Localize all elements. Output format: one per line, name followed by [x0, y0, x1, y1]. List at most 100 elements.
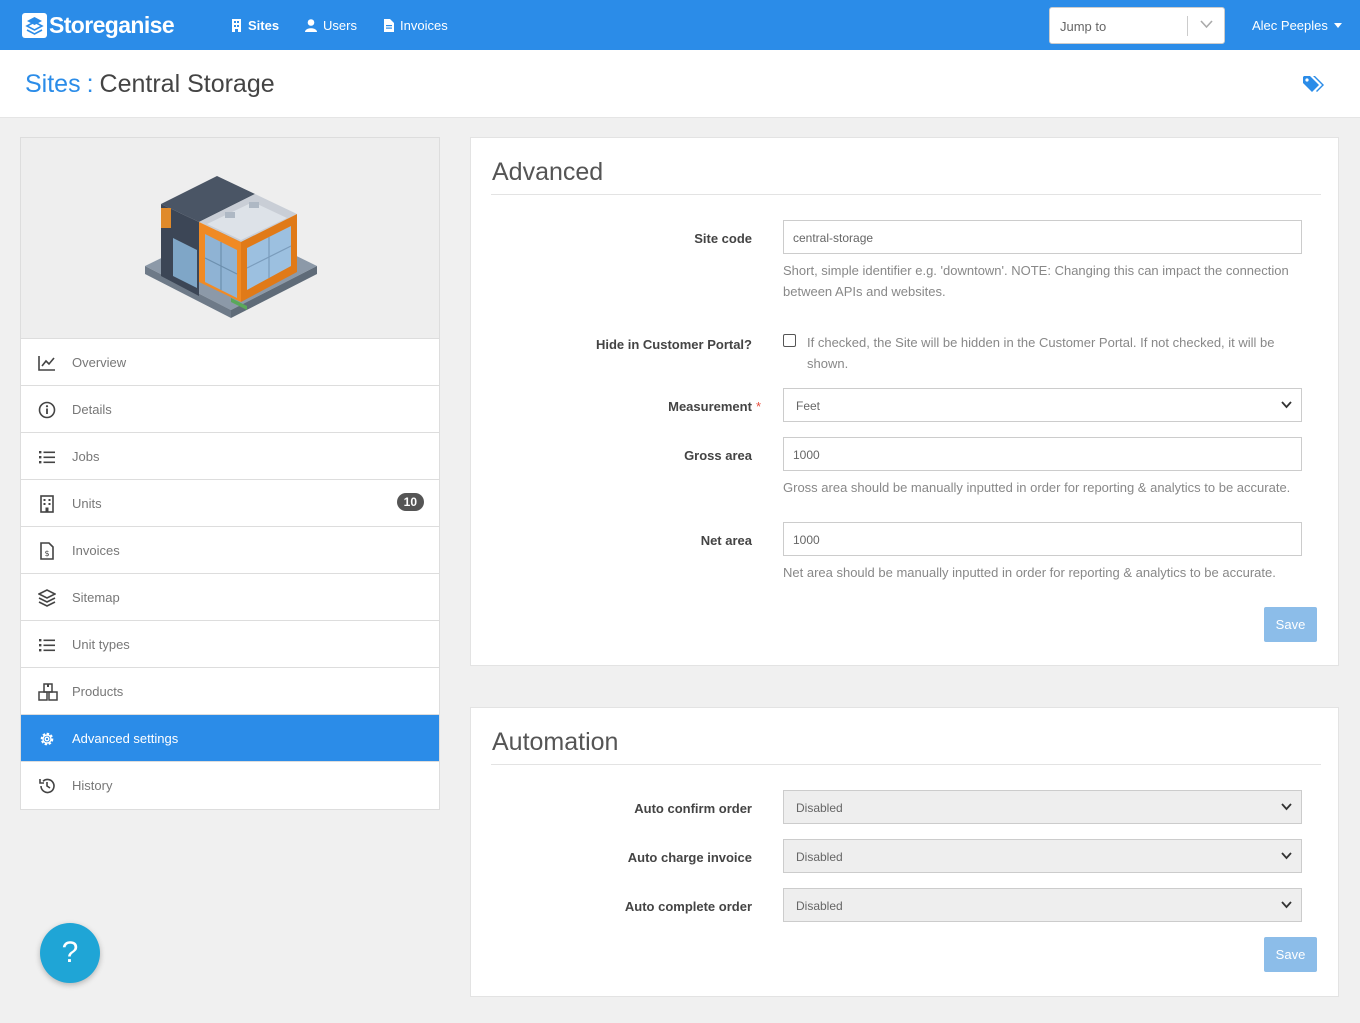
file-icon — [384, 18, 394, 32]
brand-logo[interactable]: Storeganise — [22, 12, 175, 38]
storage-building-image — [145, 176, 317, 318]
sidebar-item-units[interactable]: Units 10 — [21, 480, 439, 527]
measurement-select[interactable]: Feet — [783, 388, 1302, 422]
sidebar-item-advanced-settings[interactable]: Advanced settings — [21, 715, 439, 762]
site-code-help: Short, simple identifier e.g. 'downtown'… — [783, 263, 1289, 299]
chevron-down-icon — [1281, 401, 1292, 409]
sidebar-item-label: Unit types — [72, 637, 130, 652]
sidebar-item-label: Jobs — [72, 449, 100, 464]
sidebar-item-sitemap[interactable]: Sitemap — [21, 574, 439, 621]
chevron-down-icon — [1200, 20, 1213, 29]
sidebar-item-details[interactable]: Details — [21, 386, 439, 433]
boxes-icon — [38, 683, 58, 701]
sidebar-item-jobs[interactable]: Jobs — [21, 433, 439, 480]
nav-sites[interactable]: Sites — [231, 17, 279, 33]
nav-users-label: Users — [323, 17, 357, 33]
user-menu[interactable]: Alec Peeples — [1252, 18, 1342, 33]
automation-panel: Automation Auto confirm order Disabled A… — [470, 707, 1339, 997]
sidebar-item-label: Units — [72, 496, 102, 511]
breadcrumb: Sites: Central Storage — [25, 70, 275, 99]
tags-icon[interactable] — [1303, 76, 1325, 93]
jump-to-placeholder: Jump to — [1060, 19, 1107, 34]
help-button[interactable]: ? — [40, 923, 100, 983]
auto-confirm-label: Auto confirm order — [634, 801, 752, 816]
sidebar-item-products[interactable]: Products — [21, 668, 439, 715]
sidebar-item-history[interactable]: History — [21, 762, 439, 809]
sidebar-item-label: Details — [72, 402, 112, 417]
advanced-title: Advanced — [492, 158, 604, 186]
jump-divider — [1187, 16, 1188, 36]
hide-portal-help: If checked, the Site will be hidden in t… — [807, 335, 1275, 371]
hide-portal-label: Hide in Customer Portal? — [595, 337, 752, 352]
logo-mark-icon — [22, 12, 47, 38]
advanced-divider — [491, 194, 1321, 195]
layers-icon — [38, 589, 56, 607]
gross-area-help: Gross area should be manually inputted i… — [783, 480, 1291, 495]
jump-to-select[interactable]: Jump to — [1049, 7, 1225, 44]
chart-line-icon — [38, 356, 55, 371]
automation-divider — [491, 764, 1321, 765]
sidebar-item-label: Advanced settings — [72, 731, 179, 746]
auto-charge-label: Auto charge invoice — [627, 850, 752, 865]
sidebar-item-unit-types[interactable]: Unit types — [21, 621, 439, 668]
building-icon — [232, 18, 241, 32]
auto-complete-select[interactable]: Disabled — [783, 888, 1302, 922]
auto-complete-label: Auto complete order — [624, 899, 752, 914]
sidebar-item-label: Overview — [72, 355, 127, 370]
chevron-down-icon — [1281, 803, 1292, 811]
site-sidebar: Overview Details Jobs Units 10 $ Invoice… — [20, 137, 440, 810]
save-advanced-button[interactable]: Save — [1264, 607, 1317, 642]
invoice-icon: $ — [40, 542, 54, 560]
sidebar-item-label: Invoices — [72, 543, 120, 558]
site-code-label: Site code — [694, 231, 752, 246]
nav-sites-label: Sites — [248, 17, 280, 33]
list-icon — [39, 451, 55, 464]
nav-invoices[interactable]: Invoices — [384, 17, 448, 33]
info-icon — [38, 401, 56, 419]
required-marker: * — [755, 399, 761, 414]
breadcrumb-sites-link[interactable]: Sites — [25, 70, 81, 98]
nav-invoices-label: Invoices — [400, 17, 448, 33]
measurement-label: Measurement * — [668, 399, 761, 414]
hide-portal-checkbox[interactable] — [783, 334, 796, 347]
svg-text:$: $ — [44, 549, 49, 558]
brand-name: Storeganise — [49, 12, 175, 38]
auto-charge-select[interactable]: Disabled — [783, 839, 1302, 873]
chevron-down-icon — [1281, 901, 1292, 909]
sidebar-item-label: Sitemap — [72, 590, 120, 605]
sidebar-item-label: Products — [72, 684, 124, 699]
net-area-label: Net area — [700, 533, 752, 548]
sidebar-item-label: History — [72, 778, 113, 793]
building-icon — [40, 495, 54, 513]
page-header: Sites: Central Storage — [0, 50, 1360, 118]
net-area-input[interactable]: 1000 — [783, 522, 1302, 556]
save-automation-button[interactable]: Save — [1264, 937, 1317, 972]
user-name: Alec Peeples — [1252, 18, 1328, 33]
sidebar-item-invoices[interactable]: $ Invoices — [21, 527, 439, 574]
auto-confirm-select[interactable]: Disabled — [783, 790, 1302, 824]
caret-down-icon — [1333, 23, 1342, 28]
measurement-value: Feet — [796, 399, 821, 413]
page-title: Central Storage — [99, 70, 275, 98]
net-area-help: Net area should be manually inputted in … — [783, 565, 1276, 580]
gross-area-label: Gross area — [684, 448, 752, 463]
chevron-down-icon — [1281, 852, 1292, 860]
user-icon — [305, 18, 317, 32]
top-navbar: Storeganise Sites Users Invoices Jump to… — [0, 0, 1360, 50]
site-building-illustration — [21, 138, 439, 339]
measurement-label-text: Measurement — [668, 399, 752, 414]
auto-charge-value: Disabled — [796, 850, 843, 864]
gear-icon — [40, 732, 54, 746]
units-count-badge: 10 — [396, 493, 424, 511]
history-icon — [39, 778, 55, 794]
automation-title: Automation — [492, 728, 619, 756]
auto-complete-value: Disabled — [796, 899, 843, 913]
advanced-panel: Advanced Site code central-storage Short… — [470, 137, 1339, 666]
list-icon — [39, 639, 55, 652]
sidebar-item-overview[interactable]: Overview — [21, 339, 439, 386]
site-code-input[interactable]: central-storage — [783, 220, 1302, 254]
breadcrumb-separator: : — [86, 70, 94, 98]
auto-confirm-value: Disabled — [796, 801, 843, 815]
gross-area-input[interactable]: 1000 — [783, 437, 1302, 471]
nav-users[interactable]: Users — [305, 17, 357, 33]
